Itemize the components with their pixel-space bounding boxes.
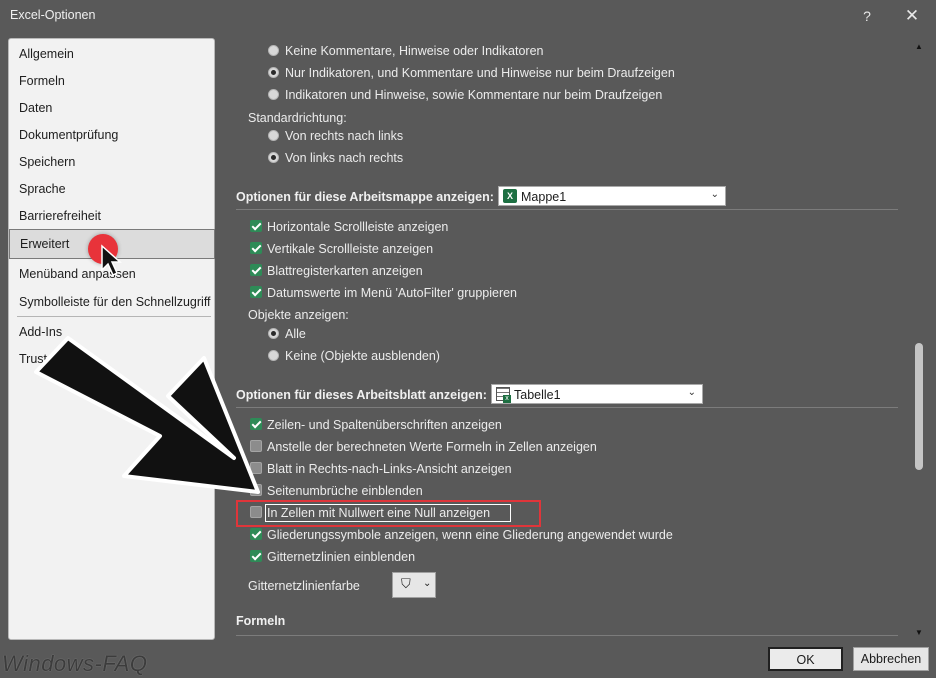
- watermark-logo: Windows-FAQ: [2, 651, 148, 676]
- mouse-pointer-icon: [101, 244, 122, 277]
